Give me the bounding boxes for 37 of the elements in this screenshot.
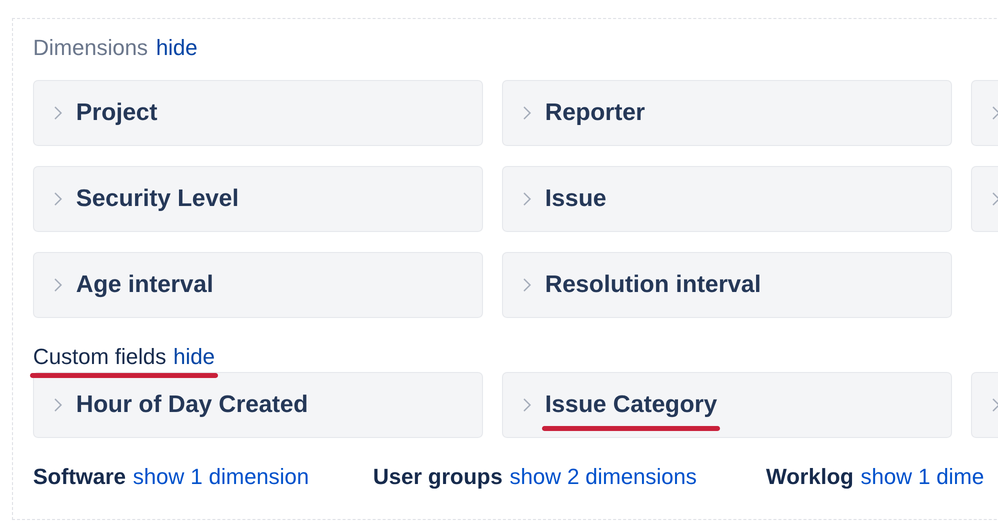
hide-link[interactable]: hide bbox=[173, 340, 215, 373]
chevron-right-icon bbox=[992, 106, 998, 120]
chevron-right-icon bbox=[992, 192, 998, 206]
section-heading: Dimensions bbox=[33, 34, 148, 62]
hide-link[interactable]: hide bbox=[156, 31, 198, 64]
dimension-card[interactable]: Security Level bbox=[33, 166, 483, 232]
chevron-right-icon bbox=[992, 398, 998, 412]
dimension-label: Issue Category bbox=[545, 391, 718, 418]
group-name: Software bbox=[33, 463, 126, 491]
group-name: User groups bbox=[373, 463, 503, 491]
chevron-right-icon bbox=[54, 106, 62, 120]
show-dimensions-link[interactable]: show 2 dimensions bbox=[510, 460, 697, 493]
group-name: Worklog bbox=[766, 463, 854, 491]
chevron-right-icon bbox=[523, 278, 531, 292]
dimension-label: Security Level bbox=[76, 185, 239, 212]
section-heading: Custom fields bbox=[33, 343, 166, 371]
chevron-right-icon bbox=[54, 192, 62, 206]
dimension-card[interactable]: Hour of Day Created bbox=[33, 372, 483, 438]
show-dimensions-link[interactable]: show 1 dime bbox=[860, 460, 984, 493]
dimension-label: Project bbox=[76, 99, 158, 126]
dimension-card[interactable]: Issue Category bbox=[502, 372, 952, 438]
dimension-card[interactable]: Reporter bbox=[502, 80, 952, 146]
dimension-label: Issue bbox=[545, 185, 606, 212]
dimension-label: Resolution interval bbox=[545, 271, 762, 298]
chevron-right-icon bbox=[54, 278, 62, 292]
chevron-right-icon bbox=[523, 398, 531, 412]
dimension-card[interactable]: Age interval bbox=[33, 252, 483, 318]
show-dimensions-link[interactable]: show 1 dimension bbox=[132, 460, 310, 493]
dimension-label: Reporter bbox=[545, 99, 646, 126]
dimension-card[interactable]: Project bbox=[33, 80, 483, 146]
dimension-label: Age interval bbox=[76, 271, 214, 298]
chevron-right-icon bbox=[523, 106, 531, 120]
dimension-label: Hour of Day Created bbox=[76, 391, 308, 418]
chevron-right-icon bbox=[54, 398, 62, 412]
dimension-card[interactable]: Issue bbox=[502, 166, 952, 232]
chevron-right-icon bbox=[523, 192, 531, 206]
dimension-card[interactable]: Resolution interval bbox=[502, 252, 952, 318]
